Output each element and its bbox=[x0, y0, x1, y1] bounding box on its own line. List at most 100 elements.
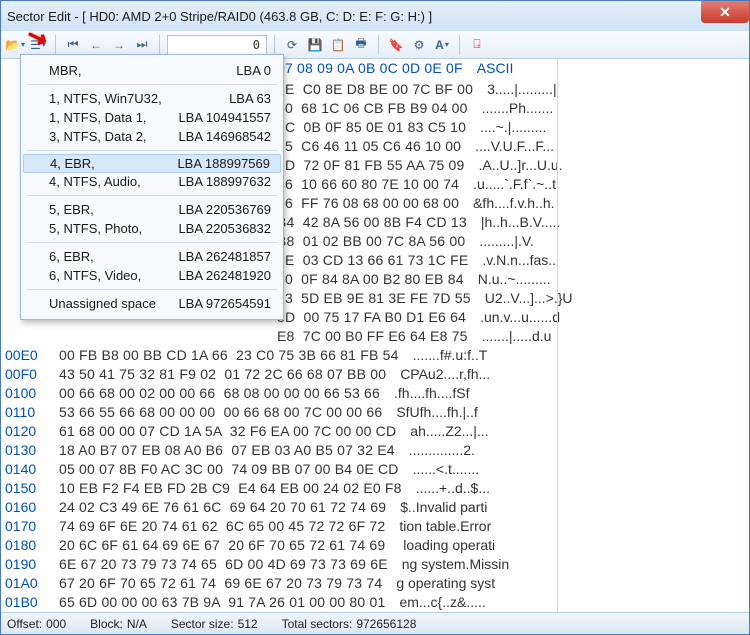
nav-first-button[interactable]: ⏮ bbox=[63, 35, 83, 55]
popup-item[interactable]: 1, NTFS, Data 1,LBA 104941557 bbox=[21, 108, 283, 127]
bytes-cell[interactable]: E8 7C 00 B0 FF E6 64 E8 75 bbox=[57, 327, 468, 346]
hex-row[interactable]: 013018 A0 B7 07 EB 08 A0 B6 07 EB 03 A0 … bbox=[1, 441, 749, 460]
offset-input[interactable] bbox=[167, 35, 267, 55]
address-cell: 0120 bbox=[1, 422, 57, 441]
hex-row[interactable]: 017074 69 6F 6E 20 74 61 62 6C 65 00 45 … bbox=[1, 517, 749, 536]
address-cell: 01B0 bbox=[1, 593, 57, 612]
ascii-cell[interactable]: loading operati bbox=[385, 536, 495, 555]
close-button[interactable]: ✕ bbox=[701, 1, 749, 23]
hex-row[interactable]: 00E000 FB B8 00 BB CD 1A 66 23 C0 75 3B … bbox=[1, 346, 749, 365]
popup-item-label: 1, NTFS, Win7U32, bbox=[49, 91, 162, 106]
bytes-cell[interactable]: 74 69 6F 6E 20 74 61 62 6C 65 00 45 72 7… bbox=[57, 517, 385, 536]
hex-row[interactable]: 012061 68 00 00 07 CD 1A 5A 32 F6 EA 00 … bbox=[1, 422, 749, 441]
ascii-cell[interactable]: .......|.....d.u bbox=[468, 327, 552, 346]
popup-item[interactable]: Unassigned spaceLBA 972654591 bbox=[21, 294, 283, 313]
ascii-cell[interactable]: ..............2. bbox=[395, 441, 475, 460]
open-dropdown-button[interactable]: 📂 bbox=[5, 35, 25, 55]
bytes-cell[interactable]: 20 6C 6F 61 64 69 6E 67 20 6F 70 65 72 6… bbox=[57, 536, 385, 555]
bytes-cell[interactable]: 61 68 00 00 07 CD 1A 5A 32 F6 EA 00 7C 0… bbox=[57, 422, 396, 441]
ascii-cell[interactable]: $..Invalid parti bbox=[386, 498, 487, 517]
ascii-column-label: ASCII bbox=[463, 59, 514, 80]
ascii-cell[interactable]: .v.N.n...fas.. bbox=[468, 251, 556, 270]
popup-item-label: 4, EBR, bbox=[50, 156, 95, 171]
ascii-cell[interactable]: .A..U..]r...U.u. bbox=[465, 156, 563, 175]
nav-prev-button[interactable]: ← bbox=[86, 35, 106, 55]
ascii-cell[interactable]: N.u..~......... bbox=[464, 270, 551, 289]
nav-next-button[interactable]: → bbox=[109, 35, 129, 55]
popup-separator bbox=[27, 150, 277, 151]
exit-button[interactable]: ⍈ bbox=[467, 35, 487, 55]
ascii-cell[interactable]: ......+..d..$... bbox=[402, 479, 490, 498]
nav-last-button[interactable]: ⏭ bbox=[132, 35, 152, 55]
ascii-cell[interactable]: .........|.V. bbox=[465, 232, 533, 251]
ascii-cell[interactable]: ah.....Z2...|... bbox=[396, 422, 488, 441]
bytes-cell[interactable]: 00 FB B8 00 BB CD 1A 66 23 C0 75 3B 66 8… bbox=[57, 346, 399, 365]
ascii-cell[interactable]: tion table.Error bbox=[385, 517, 491, 536]
popup-item[interactable]: 4, EBR,LBA 188997569 bbox=[23, 154, 281, 173]
ascii-cell[interactable]: .......Ph....... bbox=[468, 99, 554, 118]
hex-row[interactable]: 01A067 20 6F 70 65 72 61 74 69 6E 67 20 … bbox=[1, 574, 749, 593]
ascii-cell[interactable]: .......f#.u:f..T bbox=[399, 346, 488, 365]
address-cell: 0140 bbox=[1, 460, 57, 479]
ascii-cell[interactable]: CPAu2....r,fh... bbox=[386, 365, 490, 384]
popup-item[interactable]: 4, NTFS, Audio,LBA 188997632 bbox=[21, 172, 283, 191]
address-cell: 0180 bbox=[1, 536, 57, 555]
ascii-cell[interactable]: .un.v...u......d bbox=[466, 308, 560, 327]
ascii-cell[interactable]: &fh....f.v.h..h. bbox=[459, 194, 554, 213]
ascii-cell[interactable]: ....V.U.F...F... bbox=[461, 137, 554, 156]
hex-row[interactable]: 015010 EB F2 F4 EB FD 2B C9 E4 64 EB 00 … bbox=[1, 479, 749, 498]
popup-item[interactable]: 5, NTFS, Photo,LBA 220536832 bbox=[21, 219, 283, 238]
popup-item[interactable]: 1, NTFS, Win7U32, LBA 63 bbox=[21, 89, 283, 108]
popup-item-value: LBA 63 bbox=[229, 91, 271, 106]
popup-item-label: 4, NTFS, Audio, bbox=[49, 174, 141, 189]
hex-row[interactable]: 00F043 50 41 75 32 81 F9 02 01 72 2C 66 … bbox=[1, 365, 749, 384]
refresh-button[interactable]: ⟳ bbox=[282, 35, 302, 55]
ascii-cell[interactable]: .fh....fh....fSf bbox=[380, 384, 469, 403]
bytes-cell[interactable]: 65 6D 00 00 00 63 7B 9A 91 7A 26 01 00 0… bbox=[57, 593, 385, 612]
popup-separator bbox=[27, 195, 277, 196]
bytes-cell[interactable]: 10 EB F2 F4 EB FD 2B C9 E4 64 EB 00 24 0… bbox=[57, 479, 402, 498]
hex-row[interactable]: 011053 66 55 66 68 00 00 00 00 66 68 00 … bbox=[1, 403, 749, 422]
hex-row[interactable]: 018020 6C 6F 61 64 69 6E 67 20 6F 70 65 … bbox=[1, 536, 749, 555]
ascii-cell[interactable]: .u.....`.F.f`.~..t bbox=[459, 175, 556, 194]
hex-row[interactable]: 016024 02 C3 49 6E 76 61 6C 69 64 20 70 … bbox=[1, 498, 749, 517]
print-button[interactable]: 🖶 bbox=[351, 35, 371, 55]
ascii-cell[interactable]: ......<.t....... bbox=[399, 460, 480, 479]
bytes-cell[interactable]: 05 00 07 8B F0 AC 3C 00 74 09 BB 07 00 B… bbox=[57, 460, 399, 479]
bytes-cell[interactable]: 53 66 55 66 68 00 00 00 00 66 68 00 7C 0… bbox=[57, 403, 382, 422]
ascii-cell[interactable]: g operating syst bbox=[382, 574, 495, 593]
hex-row[interactable]: 010000 66 68 00 02 00 00 66 68 08 00 00 … bbox=[1, 384, 749, 403]
popup-item[interactable]: 5, EBR,LBA 220536769 bbox=[21, 200, 283, 219]
tag-button[interactable]: 🔖 bbox=[386, 35, 406, 55]
popup-item[interactable]: 6, EBR,LBA 262481857 bbox=[21, 247, 283, 266]
save-button[interactable]: 💾 bbox=[305, 35, 325, 55]
bytes-cell[interactable]: 00 66 68 00 02 00 00 66 68 08 00 00 00 6… bbox=[57, 384, 380, 403]
ascii-cell[interactable]: SfUfh....fh.|..f bbox=[382, 403, 477, 422]
bytes-cell[interactable]: 18 A0 B7 07 EB 08 A0 B6 07 EB 03 A0 B5 0… bbox=[57, 441, 395, 460]
toolbar-separator bbox=[274, 35, 275, 55]
hex-row[interactable]: 01B065 6D 00 00 00 63 7B 9A 91 7A 26 01 … bbox=[1, 593, 749, 612]
font-dropdown-button[interactable]: A bbox=[432, 35, 452, 55]
popup-item[interactable]: MBR,LBA 0 bbox=[21, 61, 283, 80]
bytes-cell[interactable]: 24 02 C3 49 6E 76 61 6C 69 64 20 70 61 7… bbox=[57, 498, 386, 517]
bytes-cell[interactable]: 6E 67 20 73 79 73 74 65 6D 00 4D 69 73 7… bbox=[57, 555, 388, 574]
status-offset: Offset: 000 bbox=[7, 617, 66, 631]
ascii-cell[interactable]: ....~.|......... bbox=[466, 118, 546, 137]
copy-button[interactable]: 📋 bbox=[328, 35, 348, 55]
partition-popup[interactable]: MBR,LBA 01, NTFS, Win7U32,LBA 631, NTFS,… bbox=[20, 54, 284, 320]
partition-dropdown-button[interactable]: ☰ bbox=[28, 35, 48, 55]
popup-item[interactable]: 6, NTFS, Video,LBA 262481920 bbox=[21, 266, 283, 285]
gear-button[interactable]: ⚙ bbox=[409, 35, 429, 55]
popup-separator bbox=[27, 242, 277, 243]
hex-row[interactable]: E8 7C 00 B0 FF E6 64 E8 75.......|.....d… bbox=[1, 327, 749, 346]
ascii-cell[interactable]: ng system.Missin bbox=[388, 555, 509, 574]
hex-row[interactable]: 01906E 67 20 73 79 73 74 65 6D 00 4D 69 … bbox=[1, 555, 749, 574]
ascii-cell[interactable]: |h..h...B.V..... bbox=[467, 213, 560, 232]
bytes-cell[interactable]: 43 50 41 75 32 81 F9 02 01 72 2C 66 68 0… bbox=[57, 365, 386, 384]
bytes-cell[interactable]: 67 20 6F 70 65 72 61 74 69 6E 67 20 73 7… bbox=[57, 574, 382, 593]
toolbar-separator bbox=[459, 35, 460, 55]
ascii-cell[interactable]: em...c{..z&..... bbox=[385, 593, 485, 612]
hex-row[interactable]: 014005 00 07 8B F0 AC 3C 00 74 09 BB 07 … bbox=[1, 460, 749, 479]
popup-item[interactable]: 3, NTFS, Data 2,LBA 146968542 bbox=[21, 127, 283, 146]
ascii-cell[interactable]: 3.....|.........| bbox=[473, 80, 557, 99]
